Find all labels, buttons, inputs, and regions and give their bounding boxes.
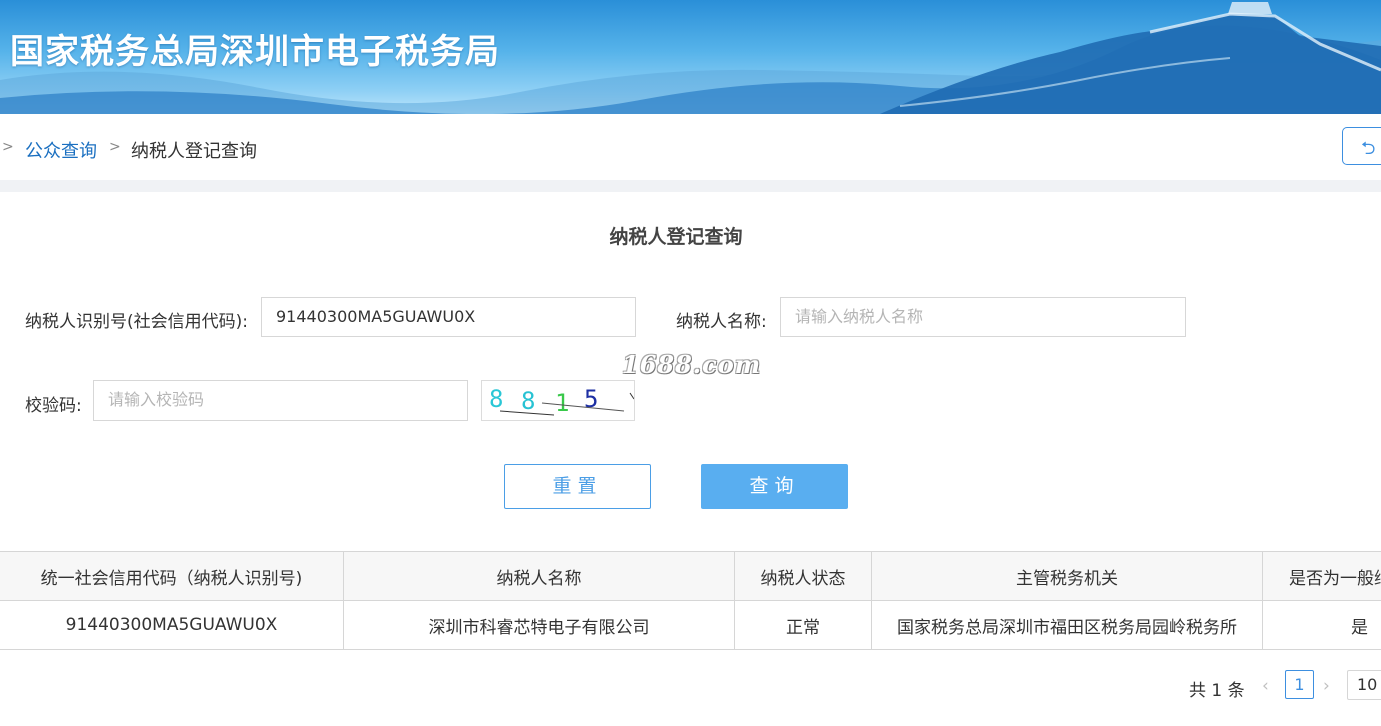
chevron-right-icon[interactable]: › — [1323, 676, 1330, 696]
column-header: 主管税务机关 — [872, 552, 1263, 600]
column-header: 是否为一般纳 — [1289, 568, 1381, 589]
table-row[interactable]: 91440300MA5GUAWU0X 深圳市科睿芯特电子有限公司 正常 国家税务… — [0, 601, 1381, 650]
table-cell-taxpayer-name: 深圳市科睿芯特电子有限公司 — [344, 601, 735, 649]
svg-text:5: 5 — [584, 385, 598, 413]
captcha-input[interactable]: 请输入校验码 — [93, 380, 468, 421]
breadcrumb-current: 纳税人登记查询 — [131, 141, 257, 162]
taxpayer-name-label: 纳税人名称: — [676, 312, 767, 332]
pagination-total: 共 1 条 — [1189, 681, 1245, 701]
captcha-label: 校验码: — [25, 396, 82, 416]
table-cell-general-taxpayer: 是 — [1263, 601, 1381, 649]
breadcrumb: > 公众查询 > 纳税人登记查询 ⮌ — [0, 114, 1381, 180]
breadcrumb-link-public-query[interactable]: 公众查询 — [25, 137, 97, 163]
reset-button[interactable]: 重置 — [504, 464, 651, 509]
table-cell-tax-authority: 国家税务总局深圳市福田区税务局园岭税务所 — [872, 601, 1263, 649]
query-button[interactable]: 查询 — [701, 464, 848, 509]
column-header: 统一社会信用代码（纳税人识别号) — [0, 552, 344, 600]
column-header: 纳税人状态 — [735, 552, 872, 600]
captcha-image[interactable]: 8 8 1 5 — [481, 380, 635, 421]
svg-text:8: 8 — [489, 385, 503, 413]
page-size-select[interactable]: 10 — [1347, 670, 1381, 700]
section-divider — [0, 180, 1381, 192]
breadcrumb-separator: > — [109, 139, 121, 155]
taxpayer-id-input[interactable]: 91440300MA5GUAWU0X — [261, 297, 636, 337]
breadcrumb-separator: > — [2, 139, 14, 155]
pagination-page-current[interactable]: 1 — [1285, 670, 1314, 699]
column-header: 纳税人名称 — [344, 552, 735, 600]
general-taxpayer-value: 是 — [1351, 617, 1368, 638]
banner-title: 国家税务总局深圳市电子税务局 — [10, 32, 500, 72]
undo-icon: ⮌ — [1361, 138, 1376, 159]
table-cell-status: 正常 — [735, 601, 872, 649]
captcha-graphic: 8 8 1 5 — [489, 385, 634, 417]
taxpayer-name-input[interactable]: 请输入纳税人名称 — [780, 297, 1186, 337]
chevron-left-icon[interactable]: ‹ — [1262, 676, 1269, 696]
form-title: 纳税人登记查询 — [609, 226, 743, 248]
back-button[interactable]: ⮌ — [1342, 127, 1381, 165]
header-banner: 国家税务总局深圳市电子税务局 — [0, 0, 1381, 114]
svg-text:1: 1 — [555, 389, 569, 417]
taxpayer-id-label: 纳税人识别号(社会信用代码): — [25, 312, 248, 332]
table-cell-credit-code: 91440300MA5GUAWU0X — [0, 601, 344, 649]
table-header-row: 统一社会信用代码（纳税人识别号) 纳税人名称 纳税人状态 主管税务机关 是否为一… — [0, 551, 1381, 601]
watermark: 1688.com — [622, 350, 762, 379]
svg-text:8: 8 — [521, 387, 535, 415]
